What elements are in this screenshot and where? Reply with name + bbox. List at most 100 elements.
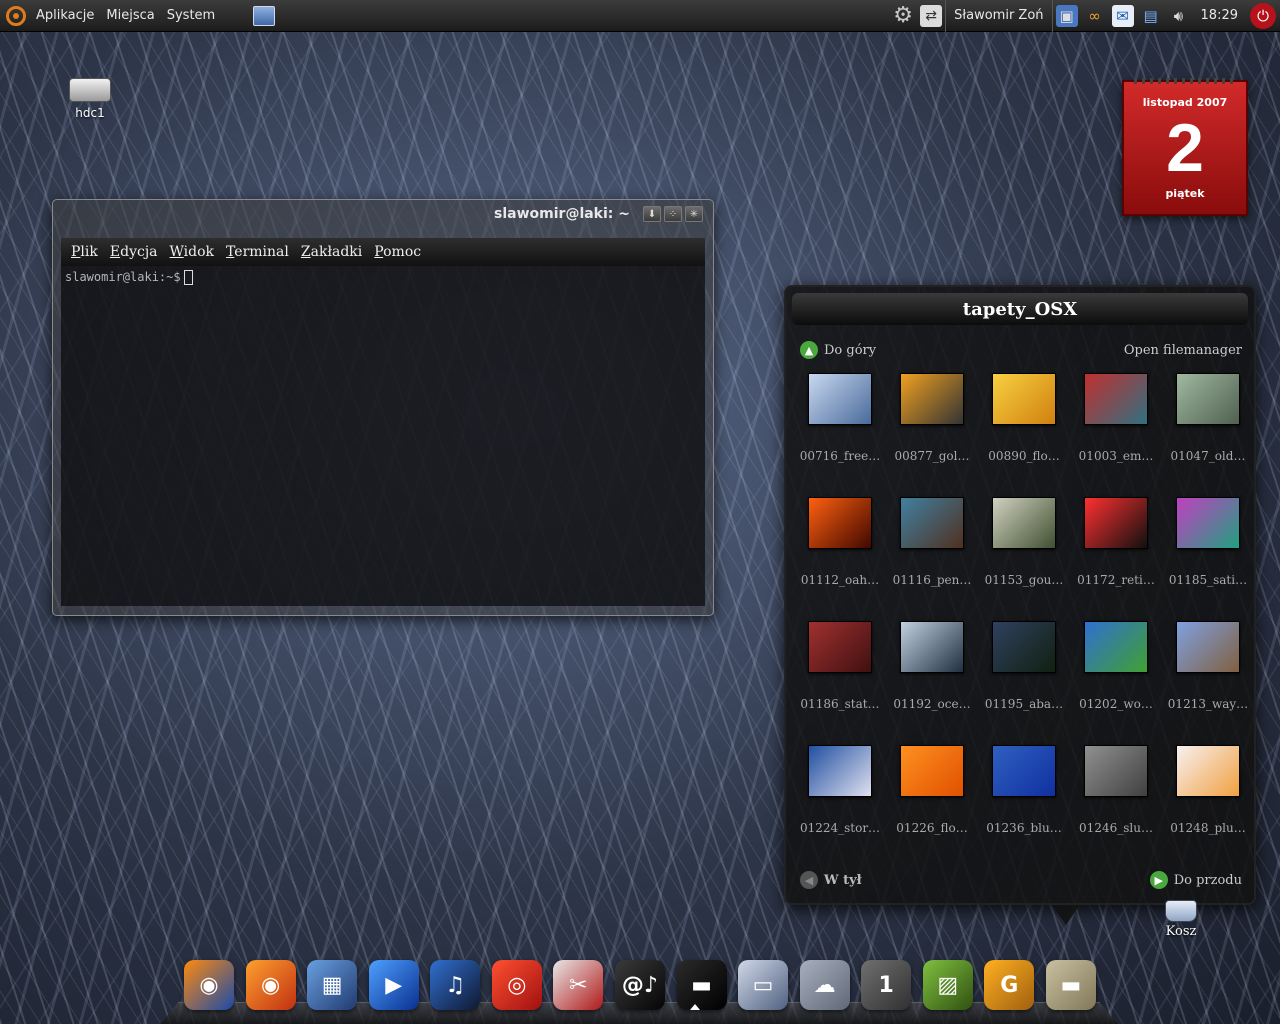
forward-button[interactable]: ▶ Do przodu	[1149, 871, 1242, 889]
running-indicator	[690, 1004, 700, 1010]
calendar-day: 2	[1166, 110, 1204, 186]
file-thumbnail	[808, 373, 872, 425]
menu-help[interactable]: Pomoc	[374, 244, 421, 260]
terminal-window[interactable]: slawomir@laki: ~ ⬇ ⁘ ✳ Plik Edycja Widok…	[52, 199, 714, 616]
trash-icon	[1165, 900, 1197, 922]
file-item[interactable]: 00890_flo…	[978, 373, 1070, 497]
mail-icon[interactable]: ✉	[1111, 4, 1134, 27]
terminal-titlebar[interactable]: slawomir@laki: ~ ⬇ ⁘ ✳	[53, 200, 713, 228]
menu-file[interactable]: Plik	[71, 244, 98, 260]
maximize-button[interactable]: ⁘	[664, 206, 682, 222]
ubuntu-logo-icon[interactable]	[6, 5, 26, 26]
hard-drive-icon[interactable]: ▭	[738, 960, 789, 1010]
file-label: 01003_em…	[1078, 449, 1154, 463]
media-player-icon[interactable]: ▶	[368, 960, 419, 1010]
back-label: W tył	[824, 872, 862, 888]
terminal-title: slawomir@laki: ~	[494, 206, 630, 222]
file-item[interactable]: 01047_old…	[1162, 373, 1254, 497]
weather-icon[interactable]: ∞	[1084, 5, 1106, 27]
desktop-icon-drive[interactable]: hdc1	[60, 78, 120, 120]
folder-icon[interactable]: ▬	[1045, 960, 1096, 1010]
cd-burner-icon[interactable]: ◎	[491, 960, 542, 1010]
file-thumbnail	[1084, 621, 1148, 673]
calendar-widget[interactable]: listopad 2007 2 piątek	[1122, 78, 1248, 216]
file-item[interactable]: 01003_em…	[1070, 373, 1162, 497]
clock[interactable]: 18:29	[1193, 8, 1246, 23]
go-up-label: Do góry	[824, 342, 877, 358]
file-item[interactable]: 01248_plu…	[1162, 745, 1254, 869]
file-label: 01153_gou…	[984, 573, 1064, 587]
user-name[interactable]: Sławomir Zoń	[945, 0, 1053, 32]
firefox-icon[interactable]: ◉	[184, 960, 234, 1010]
terminal-body[interactable]: slawomir@laki:~$	[61, 266, 705, 606]
file-item[interactable]: 01236_blu…	[978, 745, 1070, 869]
file-item[interactable]: 01112_oah…	[794, 497, 886, 621]
file-item[interactable]: 01172_reti…	[1070, 497, 1162, 621]
network-manager-icon[interactable]: ▤	[1140, 5, 1162, 27]
power-icon[interactable]: ⏻	[1250, 2, 1276, 29]
file-item[interactable]: 01226_flo…	[886, 745, 978, 869]
user-switch-icon[interactable]: ⇄	[920, 4, 943, 27]
file-thumbnail	[1176, 497, 1240, 549]
menu-system[interactable]: System	[161, 0, 221, 32]
calendar-month: listopad 2007	[1142, 96, 1228, 109]
top-panel: Aplikacje Miejsca System ⚙ ⇄ Sławomir Zo…	[0, 0, 1280, 32]
trash-icon-container[interactable]: Kosz	[1158, 900, 1204, 939]
terminal-icon[interactable]: ▬	[676, 960, 727, 1010]
back-button[interactable]: ◀ W tył	[800, 871, 862, 889]
system-monitor-icon[interactable]: @♪	[614, 960, 665, 1010]
file-label: 01202_wo…	[1079, 697, 1153, 711]
drive-label: hdc1	[75, 106, 105, 120]
volume-icon[interactable]: 🔊︎	[1168, 5, 1190, 27]
image-viewer-icon[interactable]: ▨	[922, 960, 973, 1010]
file-item[interactable]: 01213_way…	[1162, 621, 1254, 745]
file-item[interactable]: 01195_aba…	[978, 621, 1070, 745]
file-label: 01236_blu…	[986, 821, 1062, 835]
file-thumbnail	[992, 621, 1056, 673]
calendar-rings	[1134, 78, 1236, 84]
file-label: 00890_flo…	[988, 449, 1060, 463]
gear-icon[interactable]: ⚙	[892, 3, 914, 28]
menu-view[interactable]: Widok	[170, 244, 215, 260]
file-grid: 00716_free… 00877_gol… 00890_flo… 01003_em……	[794, 373, 1254, 869]
minimize-button[interactable]: ⬇	[643, 206, 661, 222]
file-item[interactable]: 01185_sati…	[1162, 497, 1254, 621]
network-icon[interactable]: ▣	[1055, 4, 1078, 27]
file-item[interactable]: 00716_free…	[794, 373, 886, 497]
save-launcher-icon[interactable]	[253, 5, 276, 26]
firefox-alt-icon[interactable]: ◉	[245, 960, 296, 1010]
file-item[interactable]: 01192_oce…	[886, 621, 978, 745]
video-editor-icon[interactable]: ▦	[307, 960, 358, 1010]
file-label: 01248_plu…	[1170, 821, 1246, 835]
file-thumbnail	[900, 373, 964, 425]
file-item[interactable]: 00877_gol…	[886, 373, 978, 497]
file-item[interactable]: 01153_gou…	[978, 497, 1070, 621]
gimp-icon[interactable]: G	[984, 960, 1035, 1010]
file-thumbnail	[1084, 497, 1148, 549]
workspace-switcher-icon[interactable]: 1	[861, 960, 912, 1010]
file-item[interactable]: 01224_stor…	[794, 745, 886, 869]
file-thumbnail	[900, 621, 964, 673]
trash-label: Kosz	[1165, 924, 1197, 939]
open-filemanager-link[interactable]: Open filemanager	[1124, 343, 1242, 358]
file-item[interactable]: 01116_pen…	[886, 497, 978, 621]
stack-nav-bottom: ◀ W tył ▶ Do przodu	[800, 871, 1242, 889]
close-button[interactable]: ✳	[685, 206, 703, 222]
arrow-right-icon: ▶	[1149, 871, 1168, 889]
screenshot-tool-icon[interactable]: ✂	[553, 960, 604, 1010]
go-up-button[interactable]: ▲ Do góry	[800, 341, 876, 359]
menu-bookmarks[interactable]: Zakładki	[301, 244, 362, 260]
weather-icon[interactable]: ☁	[799, 960, 850, 1010]
file-item[interactable]: 01246_slu…	[1070, 745, 1162, 869]
file-item[interactable]: 01202_wo…	[1070, 621, 1162, 745]
menu-places[interactable]: Miejsca	[100, 0, 160, 32]
stack-popup: tapety_OSX ▲ Do góry Open filemanager 00…	[784, 285, 1256, 925]
file-thumbnail	[808, 621, 872, 673]
menu-edit[interactable]: Edycja	[110, 244, 158, 260]
menu-terminal[interactable]: Terminal	[226, 244, 289, 260]
file-label: 01172_reti…	[1077, 573, 1155, 587]
file-item[interactable]: 01186_stat…	[794, 621, 886, 745]
file-label: 01186_stat…	[800, 697, 880, 711]
music-player-icon[interactable]: ♫	[430, 960, 481, 1010]
menu-applications[interactable]: Aplikacje	[30, 0, 100, 32]
